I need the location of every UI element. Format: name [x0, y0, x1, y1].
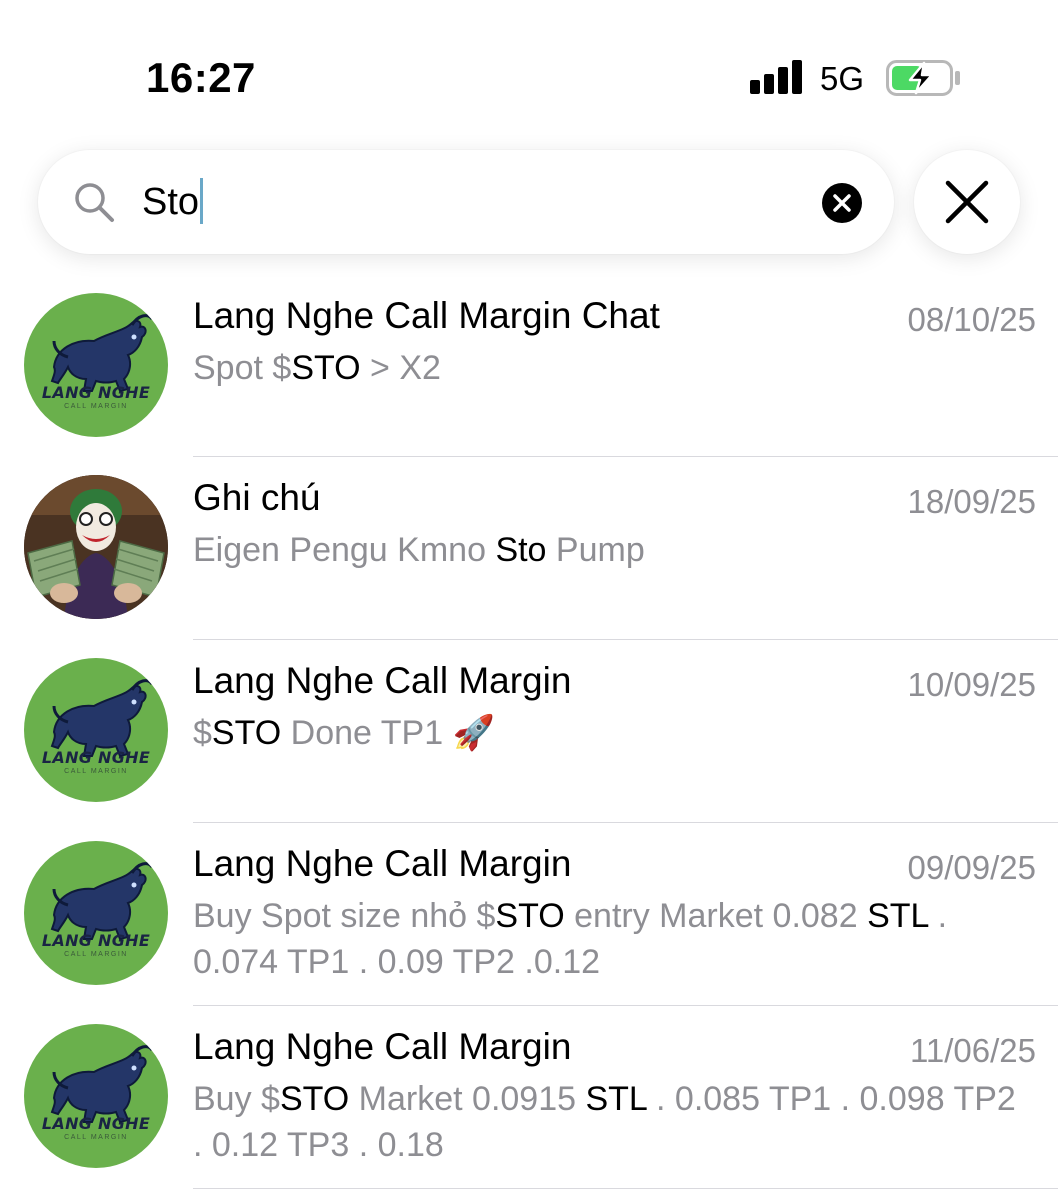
clear-search-button[interactable] — [822, 183, 862, 223]
lang-nghe-logo-avatar: LANG NGHE CALL MARGIN — [24, 1024, 168, 1168]
search-match-highlight: STL — [867, 897, 929, 935]
lang-nghe-logo-avatar: LANG NGHE CALL MARGIN — [24, 841, 168, 985]
search-result-row[interactable]: LANG NGHE CALL MARGIN Lang Nghe Call Margi… — [0, 640, 1058, 823]
chat-title: Lang Nghe Call Margin — [193, 660, 572, 701]
search-match-highlight: STO — [291, 349, 361, 387]
joker-photo-avatar — [24, 475, 168, 619]
avatar-logo-text: LANG NGHE — [41, 748, 151, 767]
message-date: 11/06/25 — [909, 1032, 1036, 1069]
message-preview: Eigen Pengu Kmno Sto Pump — [193, 527, 1023, 573]
search-match-highlight: STL — [585, 1080, 647, 1118]
avatar-logo-text: LANG NGHE — [41, 1114, 151, 1133]
search-match-highlight: STO — [279, 1080, 350, 1118]
avatar-logo-subtext: CALL MARGIN — [64, 768, 128, 775]
message-date: 08/10/25 — [907, 301, 1036, 338]
preview-text: Eigen Pengu Kmno — [193, 531, 496, 569]
search-match-highlight: STO — [211, 714, 282, 752]
avatar-logo-text: LANG NGHE — [41, 931, 151, 950]
search-match-highlight: Sto — [495, 531, 547, 569]
search-icon — [75, 183, 114, 222]
message-preview: Buy $STO Market 0.0915 STL . 0.085 TP1 .… — [193, 1076, 1023, 1168]
preview-text: > X2 — [360, 349, 441, 387]
message-preview: Spot $STO > X2 — [193, 345, 1023, 391]
preview-text: Buy Spot size nhỏ $ — [193, 897, 496, 935]
search-result-row[interactable]: Ghi chú 18/09/25 Eigen Pengu Kmno Sto Pump — [0, 457, 1058, 640]
avatar-logo-subtext: CALL MARGIN — [64, 1134, 128, 1141]
message-preview: $STO Done TP1 🚀 — [193, 710, 1023, 756]
chat-title: Ghi chú — [193, 477, 321, 518]
chat-title: Lang Nghe Call Margin — [193, 1026, 572, 1067]
cellular-signal-icon — [750, 60, 804, 94]
search-match-highlight: STO — [495, 897, 565, 935]
lang-nghe-logo-avatar: LANG NGHE CALL MARGIN — [24, 658, 168, 802]
battery-charging-icon — [886, 60, 960, 96]
avatar-logo-text: LANG NGHE — [41, 383, 151, 402]
avatar-logo-subtext: CALL MARGIN — [64, 403, 128, 410]
preview-text: Buy $ — [193, 1080, 280, 1118]
rocket-emoji-icon: 🚀 — [452, 714, 495, 752]
row-divider — [193, 1188, 1058, 1189]
search-query: Sto — [142, 181, 200, 223]
chat-title: Lang Nghe Call Margin Chat — [193, 295, 660, 336]
preview-text: Done TP1 — [281, 714, 453, 752]
preview-text: Market 0.0915 — [349, 1080, 586, 1118]
message-date: 18/09/25 — [907, 483, 1036, 520]
preview-text: Pump — [546, 531, 645, 569]
search-input[interactable]: Sto — [142, 177, 204, 224]
close-icon — [945, 180, 989, 224]
status-bar: 16:27 5G — [0, 0, 1058, 130]
message-date: 09/09/25 — [907, 849, 1036, 886]
search-result-row[interactable]: LANG NGHE CALL MARGIN Lang Nghe Call Margi… — [0, 823, 1058, 1006]
preview-text: $ — [193, 714, 212, 752]
message-preview: Buy Spot size nhỏ $STO entry Market 0.08… — [193, 893, 1023, 985]
network-type: 5G — [820, 60, 865, 97]
avatar-logo-subtext: CALL MARGIN — [64, 951, 128, 958]
close-search-button[interactable] — [914, 150, 1020, 254]
preview-text: Spot $ — [193, 349, 292, 387]
chat-title: Lang Nghe Call Margin — [193, 843, 572, 884]
preview-text: entry Market 0.082 — [564, 897, 868, 935]
search-result-row[interactable]: LANG NGHE CALL MARGIN Lang Nghe Call Margi… — [0, 275, 1058, 457]
search-bar[interactable]: Sto — [38, 150, 894, 254]
text-caret — [200, 177, 204, 224]
message-date: 10/09/25 — [907, 666, 1036, 703]
lang-nghe-logo-avatar: LANG NGHE CALL MARGIN — [24, 293, 168, 437]
status-time: 16:27 — [146, 54, 256, 101]
clear-circle-icon — [833, 194, 851, 212]
search-result-row[interactable]: LANG NGHE CALL MARGIN Lang Nghe Call Margi… — [0, 1006, 1058, 1189]
